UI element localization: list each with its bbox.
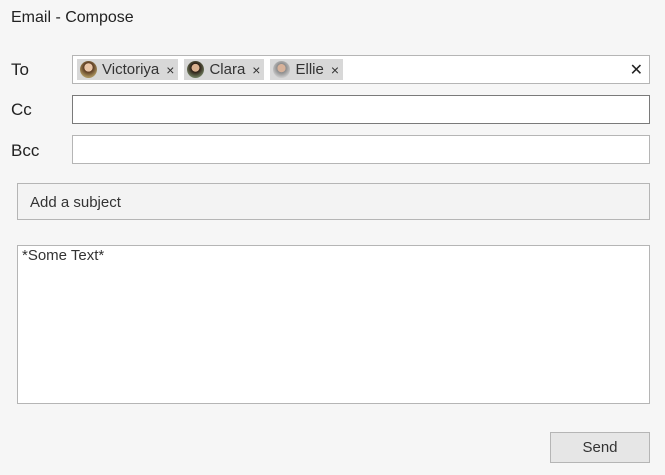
close-icon[interactable]: × (252, 62, 260, 78)
recipient-name: Ellie (295, 61, 324, 78)
clear-recipients-icon[interactable]: ✕ (630, 60, 643, 80)
subject-input[interactable]: Add a subject (17, 183, 650, 220)
recipient-name: Clara (209, 61, 246, 78)
close-icon[interactable]: × (331, 62, 339, 78)
recipient-chip[interactable]: Ellie × (270, 59, 344, 80)
to-field[interactable]: Victoriya × Clara × Ellie × ✕ (72, 55, 650, 84)
recipient-chip[interactable]: Clara × (184, 59, 265, 80)
bcc-label: Bcc (11, 141, 40, 160)
avatar (187, 61, 205, 78)
bcc-field[interactable] (72, 135, 650, 164)
message-body[interactable]: *Some Text* (17, 245, 650, 404)
window-title: Email - Compose (11, 9, 134, 26)
recipient-chips: Victoriya × Clara × Ellie × (77, 59, 344, 80)
compose-window: Email - Compose To Victoriya × Clara × E… (0, 0, 665, 475)
cc-label: Cc (11, 100, 32, 119)
avatar (80, 61, 97, 78)
send-button[interactable]: Send (550, 432, 650, 463)
recipient-name: Victoriya (102, 61, 160, 78)
cc-field[interactable] (72, 95, 650, 124)
to-label: To (11, 60, 29, 79)
recipient-chip[interactable]: Victoriya × (77, 59, 179, 80)
close-icon[interactable]: × (166, 62, 174, 78)
avatar (273, 61, 291, 78)
